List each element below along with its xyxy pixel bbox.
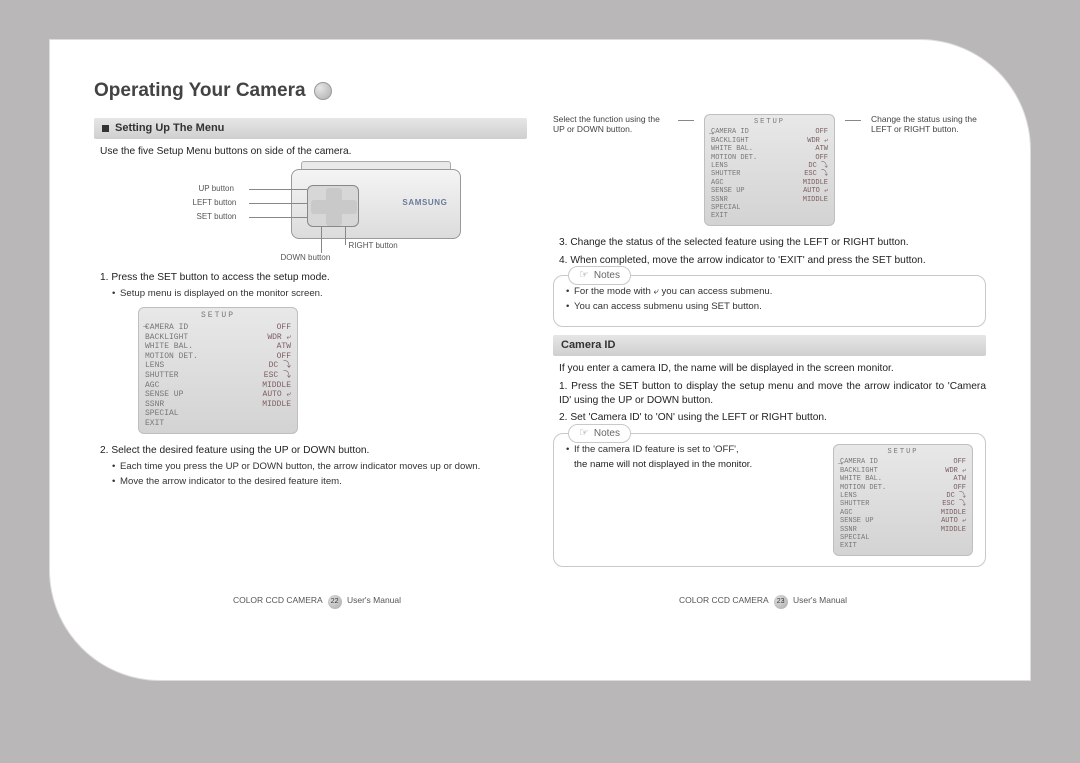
note-1a: For the mode with ⤶ you can access subme… [566, 286, 973, 299]
section-setting-up: Setting Up The Menu [94, 118, 527, 139]
step-3: 3. Change the status of the selected fea… [559, 236, 986, 250]
label-right-button: RIGHT button [349, 241, 398, 252]
notes-label: Notes [594, 427, 620, 441]
osd-screenshot-3: SETUP → CAMERA IDOFF BACKLIGHTWDR ⤶ WHIT… [833, 444, 973, 556]
section-camera-id: Camera ID [553, 335, 986, 356]
page-number-left: 22 [328, 595, 342, 609]
label-up-button: UP button [199, 184, 234, 195]
label-set-button: SET button [197, 212, 237, 223]
cid-step-1: 1. Press the SET button to display the s… [559, 380, 986, 408]
notes-box-2: ☞ Notes If the camera ID feature is set … [553, 433, 986, 567]
note-2a: If the camera ID feature is set to 'OFF'… [566, 444, 819, 457]
note-1b: You can access submenu using SET button. [566, 301, 973, 314]
square-icon [102, 125, 109, 132]
notes-tab: ☞ Notes [568, 424, 631, 443]
note-2b: the name will not displayed in the monit… [574, 459, 819, 472]
section-setup-label: Setting Up The Menu [115, 121, 224, 136]
camera-diagram: SAMSUNG UP button LEFT button SET button… [171, 165, 451, 261]
osd-screenshot-2: SETUP → CAMERA IDOFF BACKLIGHTWDR ⤶ WHIT… [704, 114, 835, 226]
right-column: Select the function using the UP or DOWN… [553, 112, 986, 575]
footer-right: COLOR CCD CAMERA 23 User's Manual [679, 595, 847, 609]
brand-label: SAMSUNG [402, 198, 447, 209]
cid-step-2: 2. Set 'Camera ID' to 'ON' using the LEF… [559, 411, 986, 425]
section-camera-id-label: Camera ID [561, 338, 615, 353]
arrow-indicator-icon: → [143, 322, 148, 333]
osd-screenshot-1: SETUP → CAMERA IDOFF BACKLIGHTWDR ⤶ WHIT… [138, 307, 298, 433]
page-number-right: 23 [774, 595, 788, 609]
arrow-indicator-icon: → [838, 459, 843, 470]
step-2-sub-2: Move the arrow indicator to the desired … [112, 476, 527, 489]
footer-left: COLOR CCD CAMERA 22 User's Manual [233, 595, 401, 609]
page-title: Operating Your Camera [94, 80, 986, 102]
intro-text: Use the five Setup Menu buttons on side … [100, 145, 527, 159]
step-4: 4. When completed, move the arrow indica… [559, 254, 986, 268]
manual-page-spread: Operating Your Camera Setting Up The Men… [50, 40, 1030, 680]
callout-right: Change the status using the LEFT or RIGH… [871, 114, 986, 134]
step-1-sub-1: Setup menu is displayed on the monitor s… [112, 288, 527, 301]
direction-pad-icon [307, 185, 359, 227]
step-1: 1. Press the SET button to access the se… [100, 271, 527, 285]
callout-left: Select the function using the UP or DOWN… [553, 114, 668, 134]
osd-setup-title: SETUP [145, 311, 291, 322]
arrow-indicator-icon: → [709, 129, 714, 140]
label-left-button: LEFT button [193, 198, 237, 209]
notes-label: Notes [594, 269, 620, 283]
notes-tab: ☞ Notes [568, 266, 631, 285]
title-text: Operating Your Camera [94, 80, 306, 102]
cid-intro: If you enter a camera ID, the name will … [559, 362, 986, 376]
footer: COLOR CCD CAMERA 22 User's Manual COLOR … [94, 595, 986, 609]
hand-icon: ☞ [579, 426, 589, 441]
step-2: 2. Select the desired feature using the … [100, 444, 527, 458]
left-column: Setting Up The Menu Use the five Setup M… [94, 112, 527, 575]
step-2-sub-1: Each time you press the UP or DOWN butto… [112, 461, 527, 474]
globe-icon [314, 82, 332, 100]
hand-icon: ☞ [579, 268, 589, 283]
label-down-button: DOWN button [281, 253, 331, 264]
notes-box-1: ☞ Notes For the mode with ⤶ you can acce… [553, 275, 986, 327]
